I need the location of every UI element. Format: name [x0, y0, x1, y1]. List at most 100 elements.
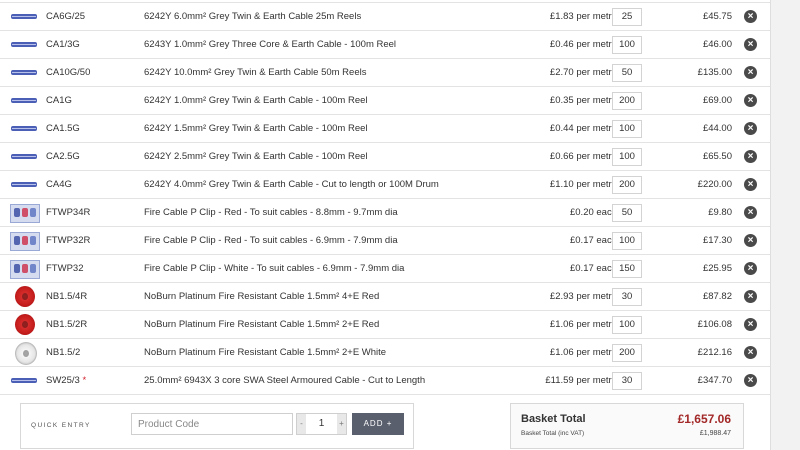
basket-total-inc-vat-amount: £1,988.47 — [699, 430, 731, 437]
product-description[interactable]: 6242Y 10.0mm² Grey Twin & Earth Cable 50… — [144, 59, 366, 86]
product-code[interactable]: CA1/3G — [46, 31, 80, 58]
quantity-input[interactable]: 200 — [612, 92, 642, 110]
quantity-input[interactable]: 30 — [612, 288, 642, 306]
product-description[interactable]: Fire Cable P Clip - Red - To suit cables… — [144, 227, 398, 254]
product-thumbnail[interactable] — [10, 176, 38, 193]
product-description[interactable]: Fire Cable P Clip - White - To suit cabl… — [144, 255, 404, 282]
unit-price: £1.06 per metre — [549, 347, 617, 358]
line-total: £106.08 — [697, 319, 732, 330]
product-description[interactable]: 6242Y 1.0mm² Grey Twin & Earth Cable - 1… — [144, 87, 368, 114]
basket-row: SW25/3 * 25.0mm² 6943X 3 core SWA Steel A… — [0, 367, 770, 395]
basket-total-title: Basket Total — [521, 413, 586, 425]
unit-price: £1.83 per metre — [549, 11, 617, 22]
unit-price: £0.46 per metre — [549, 39, 617, 50]
basket-row: NB1.5/2R NoBurn Platinum Fire Resistant C… — [0, 311, 770, 339]
product-thumbnail[interactable] — [10, 148, 38, 165]
quantity-input[interactable]: 1 — [306, 414, 337, 434]
product-thumbnail[interactable] — [10, 204, 40, 223]
product-code[interactable]: CA2.5G — [46, 143, 80, 170]
remove-icon[interactable]: × — [744, 94, 757, 107]
product-code[interactable]: FTWP32R — [46, 227, 90, 254]
basket-row: FTWP32R Fire Cable P Clip - Red - To suit… — [0, 227, 770, 255]
unit-price: £0.66 per metre — [549, 151, 617, 162]
add-button[interactable]: ADD + — [352, 413, 404, 435]
product-description[interactable]: 6242Y 4.0mm² Grey Twin & Earth Cable - C… — [144, 171, 439, 198]
product-thumbnail[interactable] — [15, 314, 35, 335]
basket-total-amount: £1,657.06 — [677, 412, 731, 426]
product-description[interactable]: 25.0mm² 6943X 3 core SWA Steel Armoured … — [144, 367, 425, 394]
unit-price: £0.20 each — [569, 207, 617, 218]
quantity-input[interactable]: 100 — [612, 148, 642, 166]
remove-icon[interactable]: × — [744, 122, 757, 135]
remove-icon[interactable]: × — [744, 178, 757, 191]
remove-icon[interactable]: × — [744, 346, 757, 359]
product-thumbnail[interactable] — [15, 342, 37, 365]
product-code[interactable]: SW25/3 * — [46, 367, 86, 394]
remove-icon[interactable]: × — [744, 234, 757, 247]
product-description[interactable]: NoBurn Platinum Fire Resistant Cable 1.5… — [144, 283, 379, 310]
remove-icon[interactable]: × — [744, 66, 757, 79]
product-thumbnail[interactable] — [10, 8, 38, 25]
quantity-input[interactable]: 25 — [612, 8, 642, 26]
product-code[interactable]: CA10G/50 — [46, 59, 90, 86]
product-code[interactable]: FTWP34R — [46, 199, 90, 226]
quantity-input[interactable]: 100 — [612, 120, 642, 138]
product-description[interactable]: NoBurn Platinum Fire Resistant Cable 1.5… — [144, 311, 379, 338]
line-total: £135.00 — [697, 67, 732, 78]
remove-icon[interactable]: × — [744, 206, 757, 219]
product-code[interactable]: NB1.5/4R — [46, 283, 87, 310]
product-code[interactable]: NB1.5/2 — [46, 339, 80, 366]
line-total: £9.80 — [708, 207, 732, 218]
remove-icon[interactable]: × — [744, 290, 757, 303]
product-thumbnail[interactable] — [10, 372, 38, 389]
product-description[interactable]: 6242Y 6.0mm² Grey Twin & Earth Cable 25m… — [144, 3, 361, 30]
product-description[interactable]: NoBurn Platinum Fire Resistant Cable 1.5… — [144, 339, 386, 366]
product-code[interactable]: CA1G — [46, 87, 72, 114]
product-description[interactable]: Fire Cable P Clip - Red - To suit cables… — [144, 199, 398, 226]
product-description[interactable]: 6243Y 1.0mm² Grey Three Core & Earth Cab… — [144, 31, 396, 58]
product-code[interactable]: CA4G — [46, 171, 72, 198]
remove-icon[interactable]: × — [744, 374, 757, 387]
decrement-button[interactable]: - — [297, 414, 306, 434]
remove-icon[interactable]: × — [744, 10, 757, 23]
page-scrollbar[interactable] — [770, 0, 800, 450]
basket-row: FTWP32 Fire Cable P Clip - White - To sui… — [0, 255, 770, 283]
quantity-input[interactable]: 200 — [612, 344, 642, 362]
product-thumbnail[interactable] — [15, 286, 35, 307]
remove-icon[interactable]: × — [744, 38, 757, 51]
quantity-input[interactable]: 50 — [612, 64, 642, 82]
product-thumbnail[interactable] — [10, 232, 40, 251]
product-code[interactable]: NB1.5/2R — [46, 311, 87, 338]
product-code[interactable]: FTWP32 — [46, 255, 83, 282]
product-description[interactable]: 6242Y 1.5mm² Grey Twin & Earth Cable - 1… — [144, 115, 368, 142]
quantity-input[interactable]: 30 — [612, 372, 642, 390]
quantity-input[interactable]: 100 — [612, 232, 642, 250]
unit-price: £0.35 per metre — [549, 95, 617, 106]
quantity-input[interactable]: 150 — [612, 260, 642, 278]
quantity-input[interactable]: 50 — [612, 204, 642, 222]
unit-price: £11.59 per metre — [545, 375, 617, 386]
quantity-input[interactable]: 100 — [612, 316, 642, 334]
basket-row: NB1.5/4R NoBurn Platinum Fire Resistant C… — [0, 283, 770, 311]
quantity-input[interactable]: 200 — [612, 176, 642, 194]
product-thumbnail[interactable] — [10, 36, 38, 53]
quantity-input[interactable]: 100 — [612, 36, 642, 54]
product-thumbnail[interactable] — [10, 92, 38, 109]
product-code-input[interactable]: Product Code — [131, 413, 293, 435]
line-total: £87.82 — [702, 291, 732, 302]
product-code[interactable]: CA6G/25 — [46, 3, 85, 30]
product-thumbnail[interactable] — [10, 64, 38, 81]
unit-price: £1.10 per metre — [549, 179, 617, 190]
increment-button[interactable]: + — [337, 414, 346, 434]
line-total: £45.75 — [702, 11, 732, 22]
remove-icon[interactable]: × — [744, 262, 757, 275]
product-description[interactable]: 6242Y 2.5mm² Grey Twin & Earth Cable - 1… — [144, 143, 368, 170]
product-thumbnail[interactable] — [10, 260, 40, 279]
remove-icon[interactable]: × — [744, 150, 757, 163]
product-thumbnail[interactable] — [10, 120, 38, 137]
remove-icon[interactable]: × — [744, 318, 757, 331]
basket-row: CA1G 6242Y 1.0mm² Grey Twin & Earth Cable… — [0, 87, 770, 115]
product-code[interactable]: CA1.5G — [46, 115, 80, 142]
unit-price: £0.17 each — [569, 263, 617, 274]
line-total: £69.00 — [702, 95, 732, 106]
